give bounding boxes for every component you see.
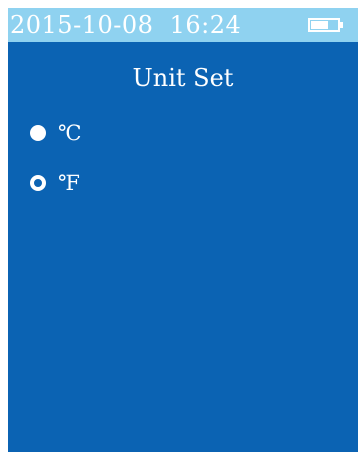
device-screen: 2015-10-08 16:24 Unit Set ℃ ℉ xyxy=(8,8,358,452)
option-label: ℉ xyxy=(58,171,80,195)
unit-option-fahrenheit[interactable]: ℉ xyxy=(30,170,80,196)
status-bar: 2015-10-08 16:24 xyxy=(8,8,358,42)
unit-option-celsius[interactable]: ℃ xyxy=(30,120,82,146)
datetime: 2015-10-08 16:24 xyxy=(10,11,242,39)
radio-hollow-icon[interactable] xyxy=(30,175,46,191)
option-label: ℃ xyxy=(58,121,82,145)
radio-filled-icon[interactable] xyxy=(30,125,46,141)
page-title: Unit Set xyxy=(132,64,234,92)
battery-icon xyxy=(308,18,343,32)
